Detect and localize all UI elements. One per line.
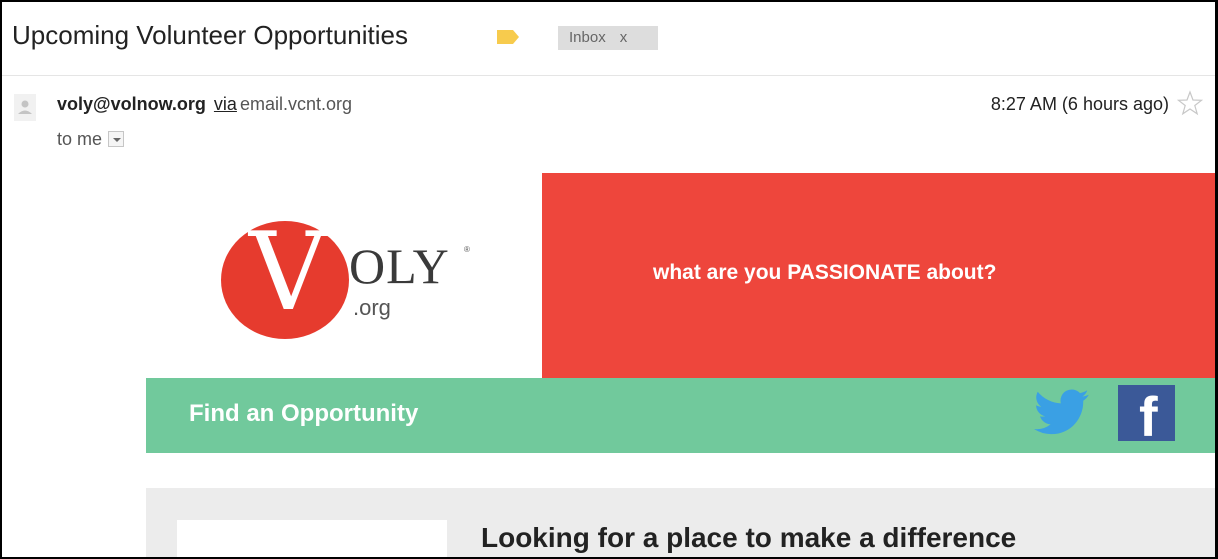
facebook-glyph: f [1139, 385, 1158, 448]
banner-tagline: what are you PASSIONATE about? [653, 261, 997, 284]
logo-registered-mark: ® [464, 245, 470, 254]
inbox-label-text: Inbox [569, 29, 606, 46]
sender-avatar-icon [14, 94, 36, 121]
recipient-line: to me [57, 129, 125, 150]
content-panel: Looking for a place to make a difference [146, 488, 1215, 557]
message-time: 8:27 AM (6 hours ago) [990, 94, 1169, 114]
email-subject: Upcoming Volunteer Opportunities [12, 20, 409, 50]
sender-email[interactable]: voly@volnow.org [57, 94, 206, 114]
logo-letter: V [249, 210, 327, 335]
content-image-placeholder [177, 520, 447, 557]
find-opportunity-link[interactable]: Find an Opportunity [189, 400, 418, 428]
voly-logo: V OLY ® .org [215, 210, 475, 339]
remove-label-button[interactable]: x [620, 29, 628, 46]
logo-suffix: .org [353, 295, 391, 320]
via-link[interactable]: via [214, 94, 237, 114]
twitter-icon[interactable] [1033, 384, 1091, 440]
subject-row: Upcoming Volunteer Opportunities Inbox x [2, 2, 1215, 76]
details-dropdown-button[interactable] [108, 131, 125, 147]
facebook-icon[interactable]: f [1118, 385, 1175, 447]
email-view: Upcoming Volunteer Opportunities Inbox x … [0, 0, 1218, 559]
content-headline: Looking for a place to make a difference [481, 522, 1017, 553]
nav-bar: Find an Opportunity f [146, 378, 1215, 453]
passion-banner: what are you PASSIONATE about? [542, 173, 1215, 378]
star-icon[interactable] [1177, 90, 1203, 116]
recipient-text: to me [57, 129, 103, 149]
logo-name: OLY [349, 238, 450, 294]
via-domain: email.vcnt.org [239, 94, 352, 114]
inbox-label-chip[interactable]: Inbox x [558, 26, 658, 50]
label-tag-icon[interactable] [496, 29, 520, 45]
sender-line: voly@volnow.org via email.vcnt.org [57, 94, 352, 115]
